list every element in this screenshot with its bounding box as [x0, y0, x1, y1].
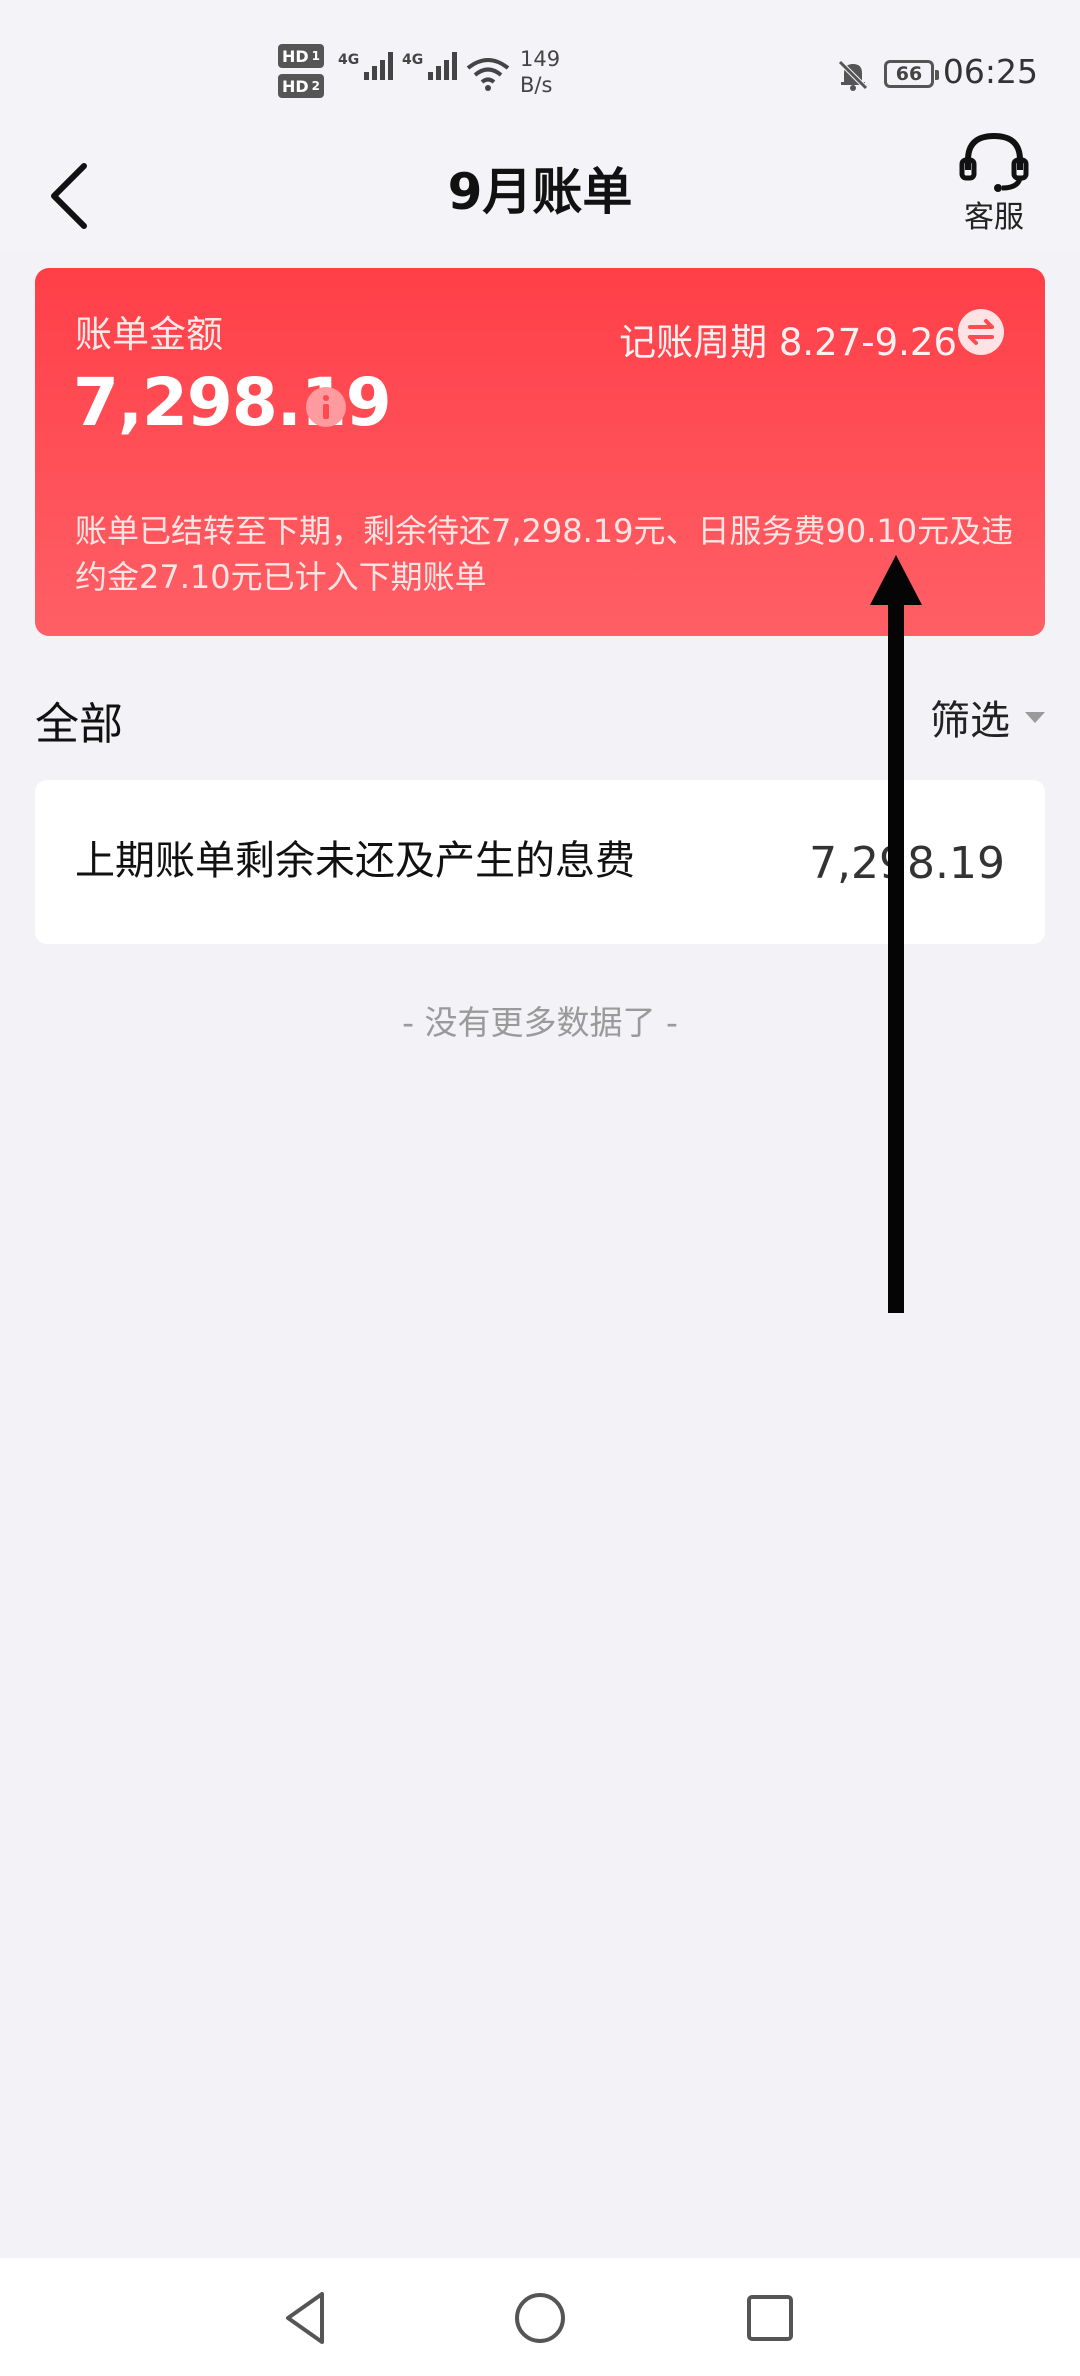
- wifi-icon: [466, 58, 510, 91]
- bell-muted-icon: [838, 60, 868, 91]
- item-title: 上期账单剩余未还及产生的息费: [75, 838, 635, 884]
- triangle-back-icon[interactable]: [276, 2286, 340, 2350]
- network1-label: 4G: [338, 52, 360, 68]
- swap-icon[interactable]: [957, 308, 1005, 356]
- system-nav-bar: [0, 2258, 1080, 2376]
- headset-icon: [959, 132, 1029, 192]
- network-speed: 149 B/s: [520, 47, 561, 97]
- network2-label: 4G: [402, 52, 424, 68]
- status-bar: HD 1 HD 2 4G 4G 149 B/s 66 06:25: [0, 0, 1080, 130]
- billing-period: 记账周期 8.27-9.26: [619, 321, 957, 364]
- clock: 06:25: [942, 52, 1038, 91]
- signal1-icon: 4G: [338, 52, 394, 80]
- up-arrow-annotation: [870, 555, 922, 1313]
- hd1-badge: HD 1: [278, 44, 325, 68]
- circle-home-icon[interactable]: [508, 2286, 572, 2350]
- top-app-bar: 9月账单 客服: [0, 130, 1080, 250]
- battery-indicator: 66: [884, 60, 939, 88]
- filter-label: 筛选: [930, 698, 1010, 744]
- customer-service-button[interactable]: 客服: [944, 130, 1044, 240]
- square-recent-icon[interactable]: [738, 2286, 802, 2350]
- caret-down-icon: [1025, 712, 1045, 723]
- hd2-badge: HD 2: [278, 74, 325, 98]
- page-title: 9月账单: [447, 163, 633, 221]
- all-tab[interactable]: 全部: [35, 688, 123, 752]
- filter-button[interactable]: 筛选: [930, 688, 1046, 746]
- customer-service-label: 客服: [964, 200, 1024, 235]
- bill-amount-label: 账单金额: [75, 313, 223, 356]
- hd-indicators: HD 1 HD 2: [278, 44, 325, 98]
- info-icon[interactable]: [305, 386, 347, 428]
- signal2-icon: 4G: [402, 52, 458, 80]
